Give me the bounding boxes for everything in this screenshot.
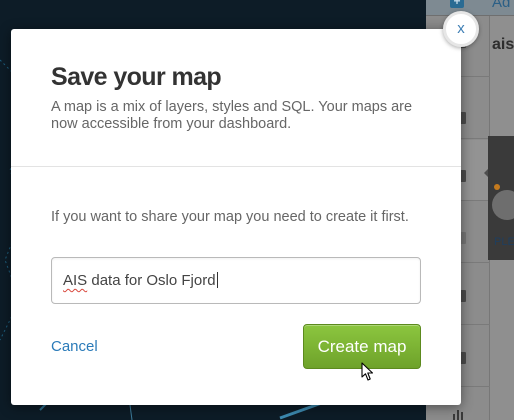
layer-title: ais [492, 36, 514, 53]
dialog-description: A map is a mix of layers, styles and SQL… [51, 99, 413, 132]
layer-thumb-label: PLE [494, 236, 514, 248]
save-map-dialog: Save your map A map is a mix of layers, … [11, 29, 461, 405]
bar-chart-icon[interactable] [452, 408, 466, 420]
plus-icon[interactable]: + [450, 0, 464, 8]
close-icon[interactable]: x [443, 11, 479, 47]
dialog-title: Save your map [51, 63, 222, 91]
cancel-link[interactable]: Cancel [51, 338, 98, 355]
dialog-header: Save your map A map is a mix of layers, … [11, 29, 461, 167]
mouse-cursor-icon [361, 362, 374, 381]
map-name-input[interactable] [51, 257, 421, 304]
add-layer-label[interactable]: Ad [492, 0, 510, 11]
dialog-body-text: If you want to share your map you need t… [51, 209, 409, 225]
